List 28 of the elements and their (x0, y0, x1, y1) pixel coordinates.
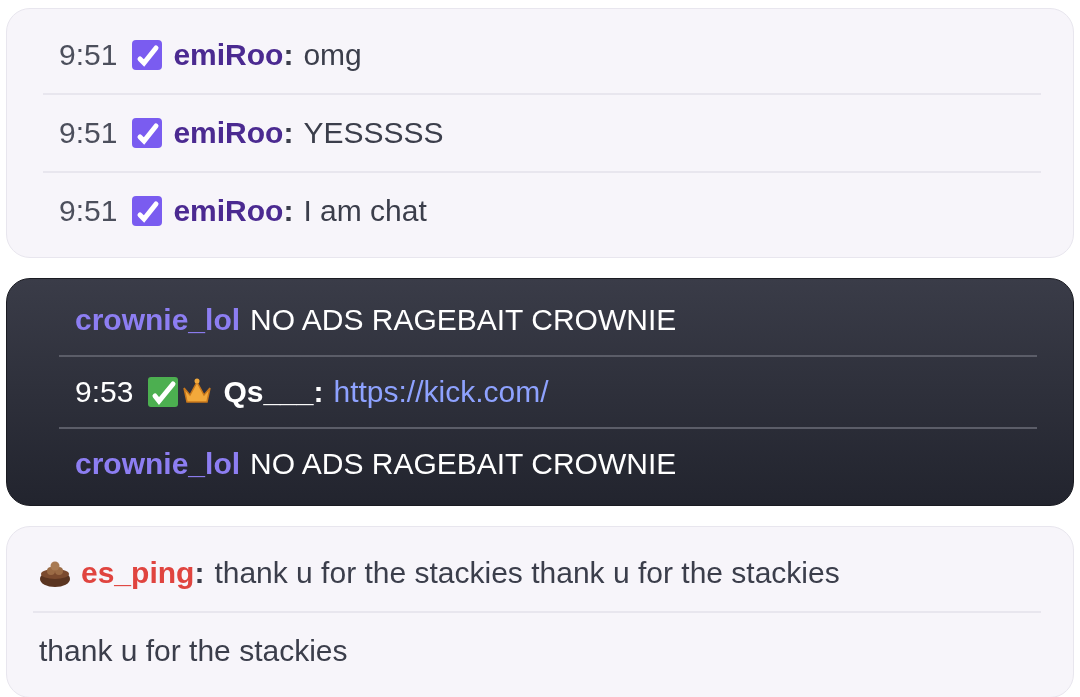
timestamp: 9:51 (59, 194, 118, 228)
message-text: thank u for the stackies thank u for the stackies (214, 556, 840, 590)
check-badge-icon (147, 376, 180, 408)
username[interactable]: emiRoo (173, 116, 284, 150)
colon: : (283, 38, 294, 72)
username[interactable]: emiRoo (173, 194, 284, 228)
timestamp: 9:51 (59, 38, 118, 72)
timestamp: 9:51 (59, 116, 118, 150)
message-text: NO ADS RAGEBAIT CROWNIE (250, 447, 677, 481)
timestamp: 9:53 (75, 375, 134, 409)
username[interactable]: Qs___ (223, 375, 314, 409)
colon: : (313, 375, 324, 409)
username[interactable]: crownie_lol (75, 447, 241, 481)
message-text: thank u for the stackies (39, 634, 348, 668)
message-text: NO ADS RAGEBAIT CROWNIE (250, 303, 677, 337)
check-badge-icon (131, 117, 164, 149)
colon: : (283, 116, 294, 150)
username[interactable]: crownie_lol (75, 303, 241, 337)
message-text: omg (303, 38, 362, 72)
message-link[interactable]: https://kick.com/ (333, 375, 549, 409)
username[interactable]: es_ping (81, 556, 195, 590)
username[interactable]: emiRoo (173, 38, 284, 72)
message-text: I am chat (303, 194, 427, 228)
colon: : (283, 194, 294, 228)
colon: : (194, 556, 205, 590)
check-badge-icon (131, 195, 164, 227)
message-text: YESSSSS (303, 116, 444, 150)
check-badge-icon (131, 39, 164, 71)
